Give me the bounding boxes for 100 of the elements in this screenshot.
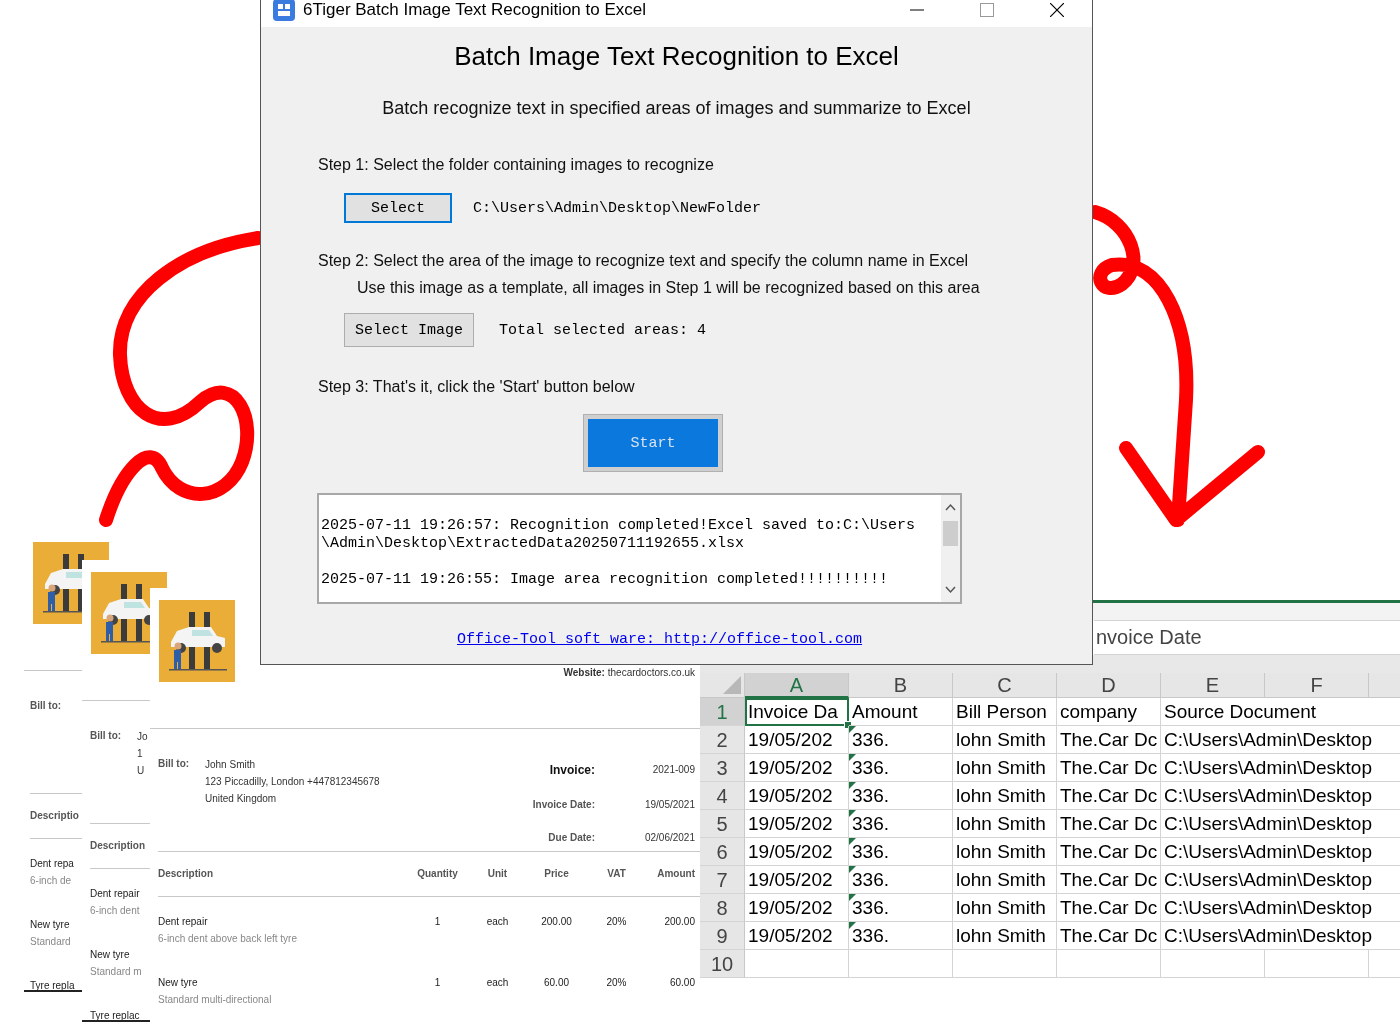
- address-line: 1: [137, 747, 144, 761]
- table-cell: 19/05/202: [745, 922, 849, 950]
- table-cell: Amount: [849, 698, 953, 726]
- item-detail: 6-inch dent above back left tyre: [158, 932, 298, 946]
- row-header[interactable]: 3: [700, 754, 745, 782]
- step-label: Step 1: Select the folder containing images to recognize: [317, 155, 715, 175]
- step-label: Step 2: Select the area of the image to recognize text and specify the column name in Excel: [317, 251, 970, 271]
- step-label: Step 3: That's it, click the 'Start' button below: [317, 377, 636, 397]
- item-value: 200.00: [540, 915, 573, 929]
- item-value: 20%: [605, 915, 628, 929]
- column-header: Price: [543, 867, 570, 881]
- column-header[interactable]: C: [953, 673, 1057, 698]
- log-entry: 2025-07-11 19:26:55: Image area recognition completed!!!!!!!!!!: [321, 571, 890, 589]
- invoice-field-label: Invoice:: [548, 762, 595, 777]
- close-icon[interactable]: [1050, 3, 1064, 17]
- item-name: New tyre: [30, 918, 71, 932]
- website-link[interactable]: Office-Tool soft ware: http://office-tool.com: [457, 628, 863, 652]
- bill-to-label: Bill to:: [30, 699, 63, 713]
- column-header: Unit: [486, 867, 509, 881]
- select-image-button[interactable]: Select Image: [344, 313, 474, 347]
- column-header[interactable]: B: [849, 673, 953, 698]
- item-name: Dent repair: [158, 915, 209, 929]
- table-cell: The.Car Dc: [1057, 838, 1161, 866]
- table-cell: 19/05/202: [745, 894, 849, 922]
- row-header[interactable]: 2: [700, 726, 745, 754]
- row-header[interactable]: 8: [700, 894, 745, 922]
- bill-to-label: Bill to:: [90, 729, 123, 743]
- row-header[interactable]: 4: [700, 782, 745, 810]
- table-cell: 336.: [849, 810, 953, 838]
- app-heading: Batch Image Text Recognition to Excel: [453, 40, 900, 73]
- column-header: Amount: [656, 867, 695, 881]
- item-name: Tyre replac: [90, 1009, 141, 1022]
- bill-to-label: Bill to:: [158, 757, 191, 771]
- table-cell: 19/05/202: [745, 782, 849, 810]
- item-value: 1: [433, 976, 442, 990]
- item-value: 1: [433, 915, 442, 929]
- select-button[interactable]: Select: [344, 193, 452, 223]
- table-cell: lohn Smith: [953, 782, 1057, 810]
- table-cell: C:\Users\Admin\Desktop: [1161, 866, 1400, 894]
- table-cell: Source Document: [1161, 698, 1400, 726]
- address-line: John Smith: [205, 758, 257, 772]
- address-line: Jo: [137, 730, 148, 744]
- table-cell: 19/05/202: [745, 754, 849, 782]
- column-header[interactable]: F: [1265, 673, 1369, 698]
- item-name: Dent repair: [90, 887, 141, 901]
- table-cell: The.Car Dc: [1057, 782, 1161, 810]
- invoice-field-value: 19/05/2021: [643, 799, 695, 810]
- row-header[interactable]: 10: [700, 950, 745, 978]
- table-cell: lohn Smith: [953, 922, 1057, 950]
- table-cell: Invoice Da: [745, 698, 849, 726]
- table-cell: C:\Users\Admin\Desktop: [1161, 894, 1400, 922]
- table-cell: lohn Smith: [953, 894, 1057, 922]
- formula-bar[interactable]: nvoice Date: [1094, 620, 1400, 655]
- item-value: 60.00: [668, 976, 695, 990]
- table-cell: C:\Users\Admin\Desktop: [1161, 754, 1400, 782]
- invoice-field-label: Due Date:: [547, 832, 595, 844]
- table-cell: lohn Smith: [953, 726, 1057, 754]
- folder-path: C:\Users\Admin\Desktop\NewFolder: [473, 199, 762, 217]
- item-detail: 6-inch de: [30, 874, 73, 888]
- column-header: Descriptio: [30, 809, 79, 823]
- address-line: U: [137, 764, 146, 778]
- table-cell: 336.: [849, 894, 953, 922]
- address-line: United Kingdom: [205, 792, 278, 806]
- column-header[interactable]: D: [1057, 673, 1161, 698]
- table-cell: The.Car Dc: [1057, 922, 1161, 950]
- row-header[interactable]: 1: [700, 698, 745, 726]
- row-header[interactable]: 6: [700, 838, 745, 866]
- log-entry: 2025-07-11 19:26:57: Recognition completed!Excel saved to:C:\Users\Admin\Desktop\ExtractedData20250711192655.xlsx: [321, 517, 916, 553]
- table-cell: Bill Person: [953, 698, 1057, 726]
- invoice-field-value: 02/06/2021: [643, 832, 695, 844]
- row-header[interactable]: 5: [700, 810, 745, 838]
- row-header[interactable]: 7: [700, 866, 745, 894]
- table-cell: The.Car Dc: [1057, 810, 1161, 838]
- table-cell: C:\Users\Admin\Desktop: [1161, 726, 1400, 754]
- column-header[interactable]: E: [1161, 673, 1265, 698]
- website-text: Website: thecardoctors.co.uk: [563, 667, 695, 678]
- table-cell: 19/05/202: [745, 810, 849, 838]
- table-cell: The.Car Dc: [1057, 866, 1161, 894]
- column-header: Quantity: [416, 867, 459, 881]
- scrollbar[interactable]: [941, 495, 960, 602]
- item-value: 20%: [605, 976, 628, 990]
- maximize-icon[interactable]: [980, 3, 994, 17]
- item-name: Dent repa: [30, 857, 75, 871]
- table-cell: 336.: [849, 922, 953, 950]
- scroll-thumb[interactable]: [943, 521, 958, 546]
- table-cell: 336.: [849, 866, 953, 894]
- column-header: Description: [90, 839, 145, 853]
- invoice-field-label: Invoice Date:: [532, 799, 595, 810]
- item-detail: Standard multi-directional: [158, 993, 273, 1007]
- item-value: each: [485, 915, 510, 929]
- item-detail: Standard m: [90, 965, 143, 979]
- step-hint: Use this image as a template, all images in Step 1 will be recognized based on this area: [356, 278, 981, 298]
- table-cell: 336.: [849, 782, 953, 810]
- column-header[interactable]: A: [745, 673, 849, 698]
- scroll-down-icon[interactable]: [945, 586, 956, 594]
- item-detail: 6-inch dent: [90, 904, 141, 918]
- table-cell: 19/05/202: [745, 838, 849, 866]
- scroll-up-icon[interactable]: [945, 503, 956, 511]
- table-cell: C:\Users\Admin\Desktop: [1161, 782, 1400, 810]
- row-header[interactable]: 9: [700, 922, 745, 950]
